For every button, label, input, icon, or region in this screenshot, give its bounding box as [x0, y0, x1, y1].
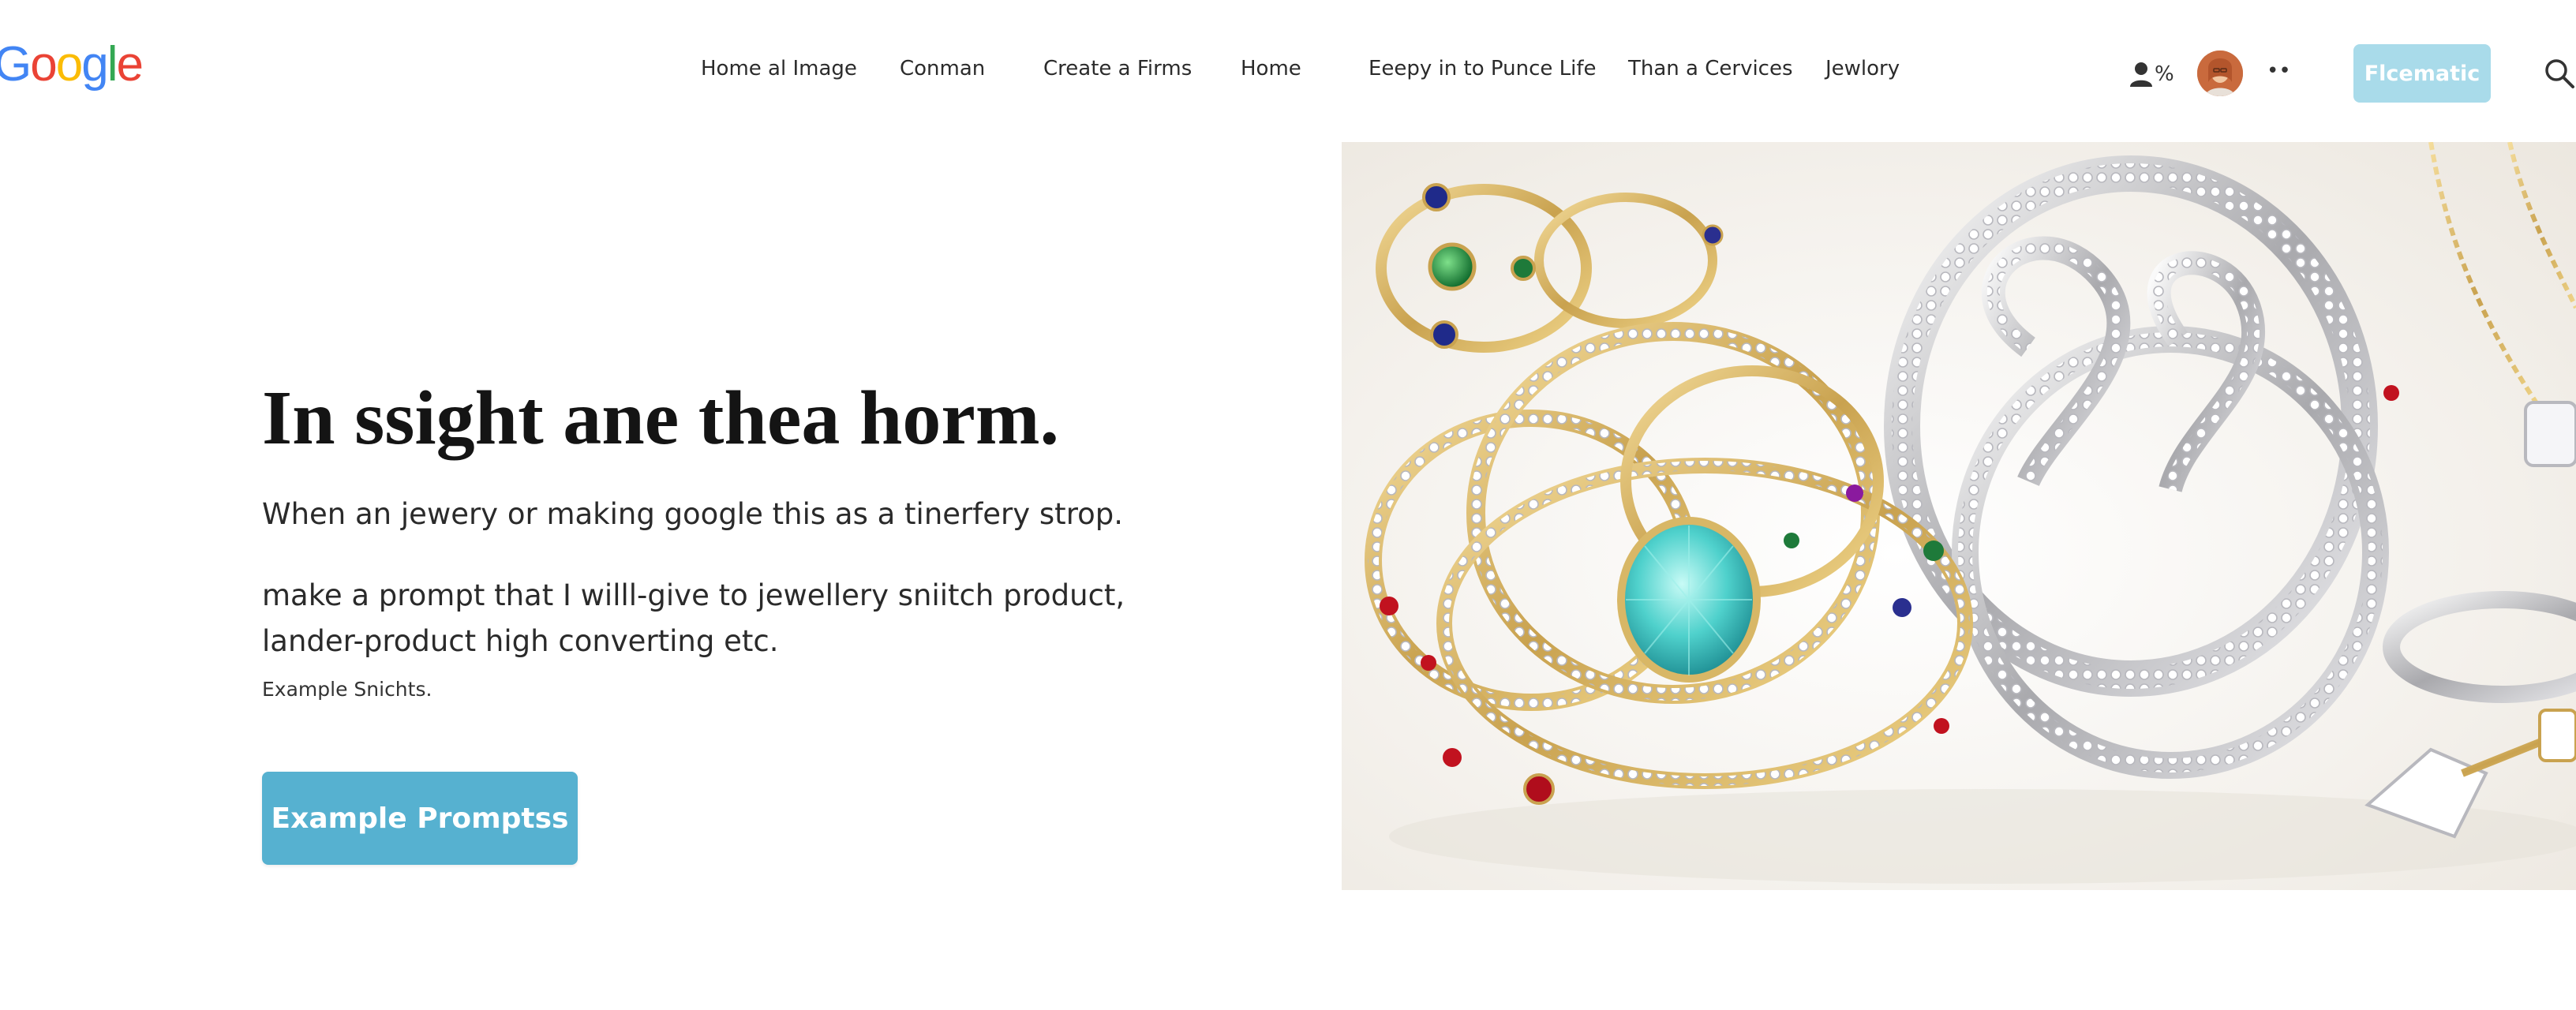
- nav-item-home[interactable]: Home: [1241, 57, 1301, 80]
- avatar-image: [2197, 50, 2243, 96]
- more-options-icon[interactable]: ••: [2267, 55, 2291, 87]
- header-cta-button[interactable]: Flcematic: [2353, 44, 2491, 103]
- hero-small-link[interactable]: Example Snichts.: [262, 675, 432, 704]
- user-badge-text: %: [2155, 62, 2174, 86]
- user-icon: [2130, 62, 2152, 87]
- user-menu[interactable]: %: [2129, 58, 2177, 90]
- example-prompts-button[interactable]: Example Promptss: [262, 772, 578, 865]
- nav-item-conman[interactable]: Conman: [900, 57, 985, 80]
- page: Google Home al Image Conman Create a Fir…: [0, 0, 2576, 1010]
- avatar[interactable]: [2197, 50, 2243, 96]
- search-icon[interactable]: [2543, 57, 2576, 90]
- logo-letter: l: [107, 37, 118, 92]
- logo-letter: o: [30, 37, 58, 92]
- logo-letter: g: [81, 37, 109, 92]
- logo-letter: o: [55, 37, 84, 92]
- hero-subtitle: When an jewery or making google this as …: [262, 497, 1123, 531]
- logo-letter: G: [0, 37, 32, 92]
- google-logo[interactable]: Google: [0, 35, 144, 95]
- nav-item-create-a-firms[interactable]: Create a Firms: [1043, 57, 1192, 80]
- nav-item-than-a-cervices[interactable]: Than a Cervices: [1628, 57, 1793, 80]
- nav-item-home-al-image[interactable]: Home al Image: [701, 57, 857, 80]
- nav-item-jewlory[interactable]: Jewlory: [1825, 57, 1900, 80]
- logo-letter: e: [116, 37, 144, 92]
- hero-body: make a prompt that I willl-give to jewel…: [262, 578, 1125, 658]
- hero-jewelry-image: [1342, 142, 2576, 890]
- top-header: Google Home al Image Conman Create a Fir…: [0, 0, 2576, 142]
- nav-item-eeepy-in-to-punce[interactable]: Eeepy in to Punce Life: [1368, 57, 1597, 80]
- hero-title: In ssight ane thea horm.: [262, 376, 1060, 461]
